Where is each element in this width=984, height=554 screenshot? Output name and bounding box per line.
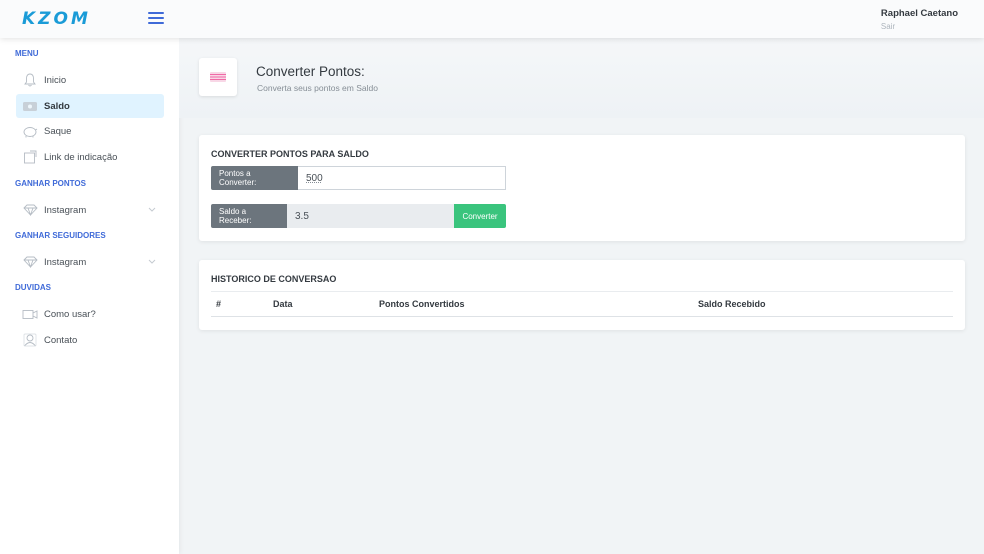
column-header-pontos: Pontos Convertidos (379, 299, 465, 309)
sidebar-item-label: Saldo (44, 100, 70, 112)
convert-points-card: CONVERTER PONTOS PARA SALDO Pontos a Con… (199, 135, 965, 241)
sidebar-item-link-indicacao[interactable]: Link de indicação (16, 145, 164, 169)
history-table-header: # Data Pontos Convertidos Saldo Recebido (211, 291, 953, 317)
points-input-group: Pontos a Converter: 500 (211, 166, 506, 190)
section-title-duvidas: DUVIDAS (15, 283, 52, 292)
column-header-data: Data (273, 299, 293, 309)
sidebar-item-label: Instagram (44, 256, 87, 268)
points-value: 500 (306, 172, 323, 184)
sidebar-item-inicio[interactable]: Inicio (16, 68, 164, 92)
sidebar-item-label: Link de indicação (44, 151, 118, 163)
sidebar: MENU Inicio Saldo Saque Link de indicaçã… (0, 38, 179, 554)
column-header-saldo: Saldo Recebido (698, 299, 766, 309)
sidebar-item-instagram-pontos[interactable]: Instagram (16, 198, 164, 222)
page-title: Converter Pontos: (256, 64, 365, 79)
balance-field: 3.5 (287, 204, 454, 228)
history-card: HISTORICO DE CONVERSAO # Data Pontos Con… (199, 260, 965, 330)
sidebar-item-contato[interactable]: Contato (16, 328, 164, 352)
sidebar-item-como-usar[interactable]: Como usar? (16, 302, 164, 326)
sidebar-item-label: Inicio (44, 74, 67, 86)
user-contact-icon (22, 333, 38, 347)
sidebar-item-saque[interactable]: Saque (16, 119, 164, 143)
points-label: Pontos a Converter: (211, 166, 298, 190)
page-title-band: Converter Pontos: Converta seus pontos e… (179, 38, 984, 118)
diamond-icon (22, 255, 38, 269)
sidebar-item-label: Saque (44, 125, 72, 137)
convert-button[interactable]: Converter (454, 204, 506, 228)
sidebar-item-label: Como usar? (44, 308, 96, 320)
section-title-ganhar-seguidores: GANHAR SEGUIDORES (15, 231, 106, 240)
column-header-index: # (216, 299, 222, 309)
page-subtitle: Converta seus pontos em Saldo (257, 83, 378, 93)
user-name: Raphael Caetano (880, 8, 958, 19)
cash-icon (199, 58, 237, 96)
sidebar-item-saldo[interactable]: Saldo (16, 94, 164, 118)
sidebar-item-label: Instagram (44, 204, 87, 216)
diamond-icon (22, 203, 38, 217)
section-title-menu: MENU (15, 49, 39, 58)
section-title-ganhar-pontos: GANHAR PONTOS (15, 179, 86, 188)
chevron-down-icon (148, 257, 156, 268)
sidebar-item-label: Contato (44, 334, 78, 346)
card-title: HISTORICO DE CONVERSAO (211, 274, 337, 284)
share-icon (22, 150, 38, 164)
wallet-icon (22, 99, 38, 113)
points-input[interactable]: 500 (298, 166, 506, 190)
bell-icon (22, 73, 38, 87)
kzom-logo[interactable]: KZOM (22, 9, 91, 29)
user-info[interactable]: Raphael Caetano Sair (881, 8, 958, 31)
balance-label: Saldo a Receber: (211, 204, 287, 228)
piggy-bank-icon (22, 124, 38, 138)
sidebar-item-instagram-seguidores[interactable]: Instagram (16, 250, 164, 274)
logout-link[interactable]: Sair (881, 22, 958, 31)
top-header: KZOM Raphael Caetano Sair (0, 0, 984, 38)
chevron-down-icon (148, 205, 156, 216)
card-title: CONVERTER PONTOS PARA SALDO (211, 149, 369, 159)
hamburger-menu-icon[interactable] (148, 12, 164, 25)
logo-text: KZOM (22, 9, 91, 29)
video-camera-icon (22, 307, 38, 321)
balance-input-group: Saldo a Receber: 3.5 Converter (211, 204, 506, 228)
